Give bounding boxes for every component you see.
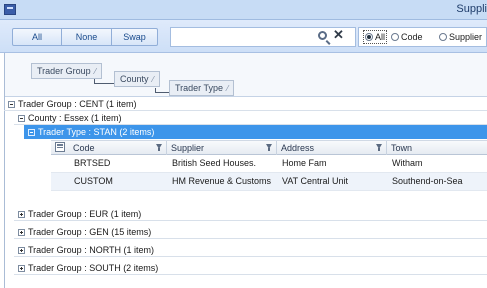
- toolbar: All None Swap ✕ All Code Supplier: [0, 20, 487, 53]
- table-row[interactable]: CUSTOM HM Revenue & Customs VAT Central …: [51, 173, 487, 191]
- swap-selection-button[interactable]: Swap: [112, 28, 158, 46]
- cell-address: Home Fam: [282, 158, 327, 168]
- group-row-trader-type-stan[interactable]: Trader Type : STAN (2 items): [24, 125, 487, 139]
- group-chip-trader-type[interactable]: Trader Type ⁄: [169, 80, 235, 96]
- cell-town: Southend-on-Sea: [392, 176, 463, 186]
- column-header: Code Supplier Address Town: [51, 140, 487, 155]
- search-icon[interactable]: [318, 31, 327, 40]
- sort-icon: ⁄: [227, 84, 229, 93]
- group-row-gen[interactable]: Trader Group : GEN (15 items): [14, 225, 487, 239]
- group-chip-trader-group[interactable]: Trader Group ⁄: [31, 63, 103, 79]
- title-bar: Suppli: [0, 0, 487, 20]
- expand-icon[interactable]: [18, 265, 25, 272]
- sort-icon: ⁄: [94, 67, 97, 76]
- cell-address: VAT Central Unit: [282, 176, 349, 186]
- collapse-icon[interactable]: [8, 101, 15, 108]
- cell-code: BRTSED: [74, 158, 111, 168]
- group-row-north[interactable]: Trader Group : NORTH (1 item): [14, 243, 487, 257]
- column-header-code[interactable]: Code: [69, 141, 167, 155]
- cell-supplier: HM Revenue & Customs: [172, 176, 272, 186]
- radio-code[interactable]: Code: [391, 31, 423, 43]
- radio-dot-icon: [439, 33, 447, 41]
- radio-supplier[interactable]: Supplier: [439, 31, 482, 43]
- collapse-icon[interactable]: [18, 115, 25, 122]
- app-icon: [4, 4, 16, 15]
- clear-icon[interactable]: ✕: [333, 28, 344, 42]
- expand-icon[interactable]: [18, 211, 25, 218]
- group-row-cent[interactable]: Trader Group : CENT (1 item): [4, 97, 487, 111]
- window-title: Suppli: [456, 3, 487, 15]
- sort-icon: ⁄: [152, 75, 154, 84]
- cell-supplier: British Seed Houses.: [172, 158, 257, 168]
- group-chip-county[interactable]: County ⁄: [114, 71, 160, 87]
- group-connector: [155, 88, 169, 93]
- expand-icon[interactable]: [18, 229, 25, 236]
- column-header-town[interactable]: Town: [387, 141, 487, 155]
- select-none-button[interactable]: None: [62, 28, 112, 46]
- group-row-county-essex[interactable]: County : Essex (1 item): [14, 111, 487, 125]
- filter-icon[interactable]: [376, 144, 382, 151]
- group-row-south[interactable]: Trader Group : SOUTH (2 items): [14, 261, 487, 275]
- table-row[interactable]: BRTSED British Seed Houses. Home Fam Wit…: [51, 155, 487, 173]
- expand-icon[interactable]: [18, 247, 25, 254]
- select-all-button[interactable]: All: [12, 28, 62, 46]
- radio-dot-icon: [365, 33, 373, 41]
- column-header-address[interactable]: Address: [277, 141, 387, 155]
- group-connector: [94, 79, 114, 84]
- cell-code: CUSTOM: [74, 176, 113, 186]
- filter-icon[interactable]: [266, 144, 272, 151]
- group-row-eur[interactable]: Trader Group : EUR (1 item): [14, 207, 487, 221]
- column-header-supplier[interactable]: Supplier: [167, 141, 277, 155]
- radio-all[interactable]: All: [363, 30, 388, 44]
- group-by-panel: Trader Group ⁄ County ⁄ Trader Type ⁄: [5, 53, 487, 97]
- column-chooser-icon[interactable]: [55, 142, 65, 152]
- filter-icon[interactable]: [156, 144, 162, 151]
- collapse-icon[interactable]: [28, 129, 35, 136]
- cell-town: Witham: [392, 158, 423, 168]
- radio-dot-icon: [391, 33, 399, 41]
- search-scope-radio-group: All Code Supplier: [358, 27, 487, 47]
